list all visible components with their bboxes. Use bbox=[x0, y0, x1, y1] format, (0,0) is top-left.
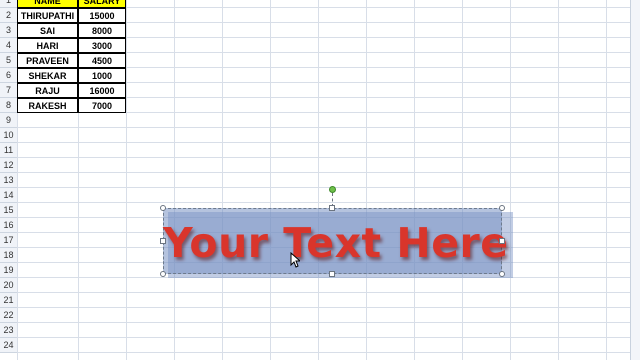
row-header[interactable]: 6 bbox=[0, 68, 17, 83]
row-header[interactable]: 23 bbox=[0, 323, 17, 338]
resize-handle-bottom-left[interactable] bbox=[160, 271, 166, 277]
table-cell[interactable]: 4500 bbox=[78, 53, 126, 68]
resize-handle-top[interactable] bbox=[329, 205, 335, 211]
resize-handle-top-right[interactable] bbox=[499, 205, 505, 211]
resize-handle-left[interactable] bbox=[160, 238, 166, 244]
row-header[interactable]: 8 bbox=[0, 98, 17, 113]
table-cell[interactable]: 8000 bbox=[78, 23, 126, 38]
grid-column-line bbox=[222, 0, 223, 360]
table-cell[interactable]: 16000 bbox=[78, 83, 126, 98]
grid-row-line bbox=[17, 202, 630, 203]
row-header[interactable]: 7 bbox=[0, 83, 17, 98]
row-header[interactable]: 1 bbox=[0, 0, 17, 8]
row-header[interactable]: 24 bbox=[0, 338, 17, 353]
table-cell[interactable]: 3000 bbox=[78, 38, 126, 53]
row-header[interactable]: 9 bbox=[0, 113, 17, 128]
grid-row-line bbox=[17, 157, 630, 158]
table-cell[interactable]: 1000 bbox=[78, 68, 126, 83]
row-header[interactable]: 22 bbox=[0, 308, 17, 323]
grid-row-line bbox=[17, 187, 630, 188]
grid-column-line bbox=[510, 0, 511, 360]
grid-column-line bbox=[606, 0, 607, 360]
table-cell[interactable]: HARI bbox=[17, 38, 78, 53]
row-header[interactable]: 12 bbox=[0, 158, 17, 173]
rotation-handle-icon[interactable] bbox=[329, 186, 336, 193]
resize-handle-right[interactable] bbox=[499, 238, 505, 244]
row-header[interactable]: 17 bbox=[0, 233, 17, 248]
grid-column-line bbox=[414, 0, 415, 360]
row-header[interactable]: 19 bbox=[0, 263, 17, 278]
spreadsheet-grid[interactable]: 1 2 3 4 5 6 7 8 9 10 11 12 13 14 15 16 17 18 19 20 21 22 23 24 N… bbox=[0, 0, 640, 360]
row-header[interactable]: 14 bbox=[0, 188, 17, 203]
row-header[interactable]: 16 bbox=[0, 218, 17, 233]
column-header-cell[interactable]: NAME bbox=[17, 0, 78, 8]
grid-row-line bbox=[17, 172, 630, 173]
grid-row-line bbox=[17, 307, 630, 308]
grid-column-line bbox=[558, 0, 559, 360]
row-header[interactable]: 13 bbox=[0, 173, 17, 188]
grid-column-line bbox=[318, 0, 319, 360]
grid-row-line bbox=[17, 337, 630, 338]
column-header-cell[interactable]: SALARY bbox=[78, 0, 126, 8]
resize-handle-bottom-right[interactable] bbox=[499, 271, 505, 277]
grid-row-line bbox=[17, 127, 630, 128]
table-cell[interactable]: SHEKAR bbox=[17, 68, 78, 83]
vertical-scrollbar[interactable] bbox=[630, 0, 640, 360]
table-cell[interactable]: 7000 bbox=[78, 98, 126, 113]
row-header[interactable]: 5 bbox=[0, 53, 17, 68]
row-header[interactable]: 3 bbox=[0, 23, 17, 38]
grid-column-line bbox=[174, 0, 175, 360]
grid-column-line bbox=[366, 0, 367, 360]
row-header[interactable]: 18 bbox=[0, 248, 17, 263]
row-header[interactable]: 21 bbox=[0, 293, 17, 308]
grid-row-line bbox=[17, 292, 630, 293]
row-header[interactable]: 20 bbox=[0, 278, 17, 293]
table-cell[interactable]: RAKESH bbox=[17, 98, 78, 113]
grid-column-line bbox=[270, 0, 271, 360]
row-header[interactable]: 15 bbox=[0, 203, 17, 218]
resize-handle-bottom[interactable] bbox=[329, 271, 335, 277]
table-cell[interactable]: PRAVEEN bbox=[17, 53, 78, 68]
table-cell[interactable]: 15000 bbox=[78, 8, 126, 23]
grid-row-line bbox=[17, 322, 630, 323]
table-cell[interactable]: THIRUPATHI bbox=[17, 8, 78, 23]
mouse-pointer-icon bbox=[290, 252, 300, 268]
row-header[interactable]: 2 bbox=[0, 8, 17, 23]
grid-column-line bbox=[462, 0, 463, 360]
row-header[interactable]: 4 bbox=[0, 38, 17, 53]
table-cell[interactable]: RAJU bbox=[17, 83, 78, 98]
grid-row-line bbox=[17, 142, 630, 143]
wordart-text[interactable]: Your Text Here bbox=[163, 219, 508, 267]
row-header[interactable]: 10 bbox=[0, 128, 17, 143]
table-cell[interactable]: SAI bbox=[17, 23, 78, 38]
resize-handle-top-left[interactable] bbox=[160, 205, 166, 211]
grid-column-line bbox=[126, 0, 127, 360]
grid-row-line bbox=[17, 352, 630, 353]
row-header[interactable]: 11 bbox=[0, 143, 17, 158]
